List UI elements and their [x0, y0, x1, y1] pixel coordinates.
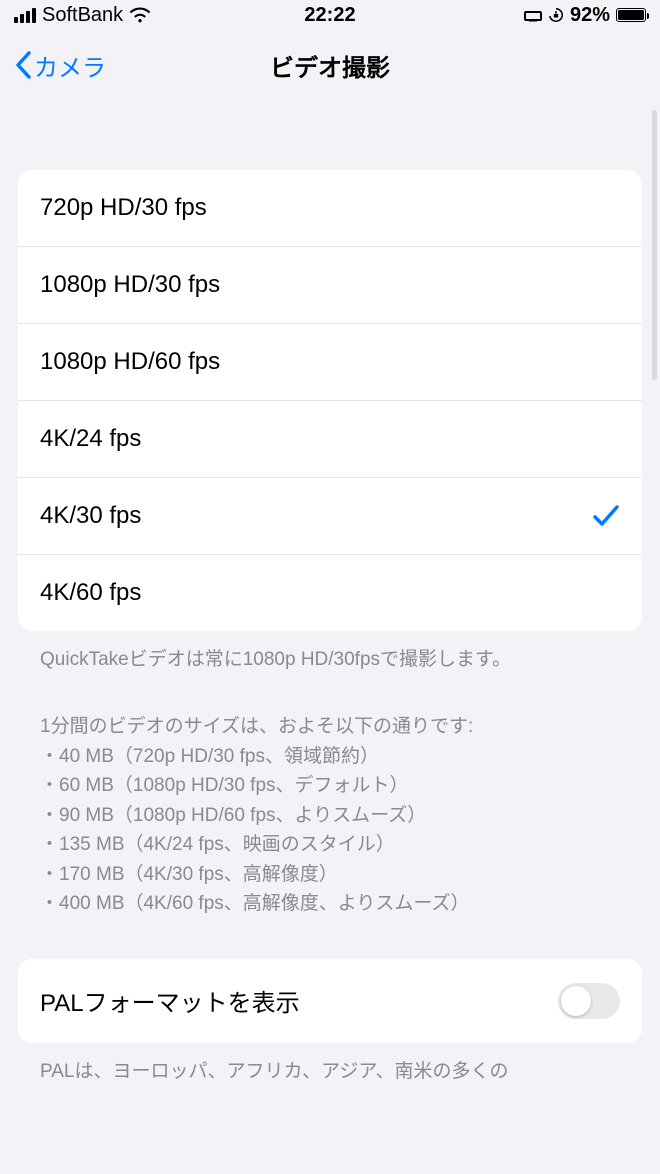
size-intro: 1分間のビデオのサイズは、およそ以下の通りです:	[40, 712, 620, 741]
checkmark-icon	[592, 504, 620, 528]
battery-icon	[616, 8, 646, 22]
size-item: 90 MB（1080p HD/60 fps、よりスムーズ）	[40, 801, 620, 830]
back-button[interactable]: カメラ	[14, 48, 106, 83]
option-label: 4K/24 fps	[40, 425, 141, 453]
size-item: 400 MB（4K/60 fps、高解像度、よりスムーズ）	[40, 889, 620, 918]
option-label: 720p HD/30 fps	[40, 194, 207, 222]
option-label: 4K/30 fps	[40, 502, 141, 530]
option-label: 1080p HD/60 fps	[40, 348, 220, 376]
battery-percentage: 92%	[570, 4, 610, 27]
status-bar: SoftBank 22:22 92%	[0, 0, 660, 30]
quicktake-note: QuickTakeビデオは常に1080p HD/30fpsで撮影します。	[18, 631, 642, 674]
option-1080p-60[interactable]: 1080p HD/60 fps	[18, 323, 642, 400]
option-4k-30[interactable]: 4K/30 fps	[18, 477, 642, 554]
do-not-disturb-icon	[524, 8, 542, 22]
pal-label: PALフォーマットを表示	[40, 983, 300, 1018]
wifi-icon	[129, 7, 151, 23]
size-item: 40 MB（720p HD/30 fps、領域節約）	[40, 742, 620, 771]
back-label: カメラ	[34, 48, 106, 83]
pal-format-row[interactable]: PALフォーマットを表示	[18, 959, 642, 1043]
size-list: 40 MB（720p HD/30 fps、領域節約） 60 MB（1080p H…	[40, 742, 620, 919]
pal-group: PALフォーマットを表示	[18, 959, 642, 1043]
option-1080p-30[interactable]: 1080p HD/30 fps	[18, 246, 642, 323]
pal-description: PALは、ヨーロッパ、アフリカ、アジア、南米の多くの	[18, 1043, 642, 1086]
scroll-indicator	[652, 110, 657, 380]
video-format-list: 720p HD/30 fps 1080p HD/30 fps 1080p HD/…	[18, 170, 642, 631]
option-720p-30[interactable]: 720p HD/30 fps	[18, 170, 642, 246]
size-item: 135 MB（4K/24 fps、映画のスタイル）	[40, 830, 620, 859]
option-4k-24[interactable]: 4K/24 fps	[18, 400, 642, 477]
navigation-bar: カメラ ビデオ撮影	[0, 30, 660, 100]
cellular-signal-icon	[14, 8, 36, 23]
carrier-label: SoftBank	[42, 4, 123, 27]
option-4k-60[interactable]: 4K/60 fps	[18, 554, 642, 631]
size-note: 1分間のビデオのサイズは、およそ以下の通りです: 40 MB（720p HD/3…	[18, 698, 642, 918]
option-label: 1080p HD/30 fps	[40, 271, 220, 299]
chevron-left-icon	[14, 51, 32, 79]
size-item: 170 MB（4K/30 fps、高解像度）	[40, 860, 620, 889]
size-item: 60 MB（1080p HD/30 fps、デフォルト）	[40, 771, 620, 800]
option-label: 4K/60 fps	[40, 579, 141, 607]
rotation-lock-icon	[548, 7, 564, 23]
pal-toggle[interactable]	[558, 983, 620, 1019]
